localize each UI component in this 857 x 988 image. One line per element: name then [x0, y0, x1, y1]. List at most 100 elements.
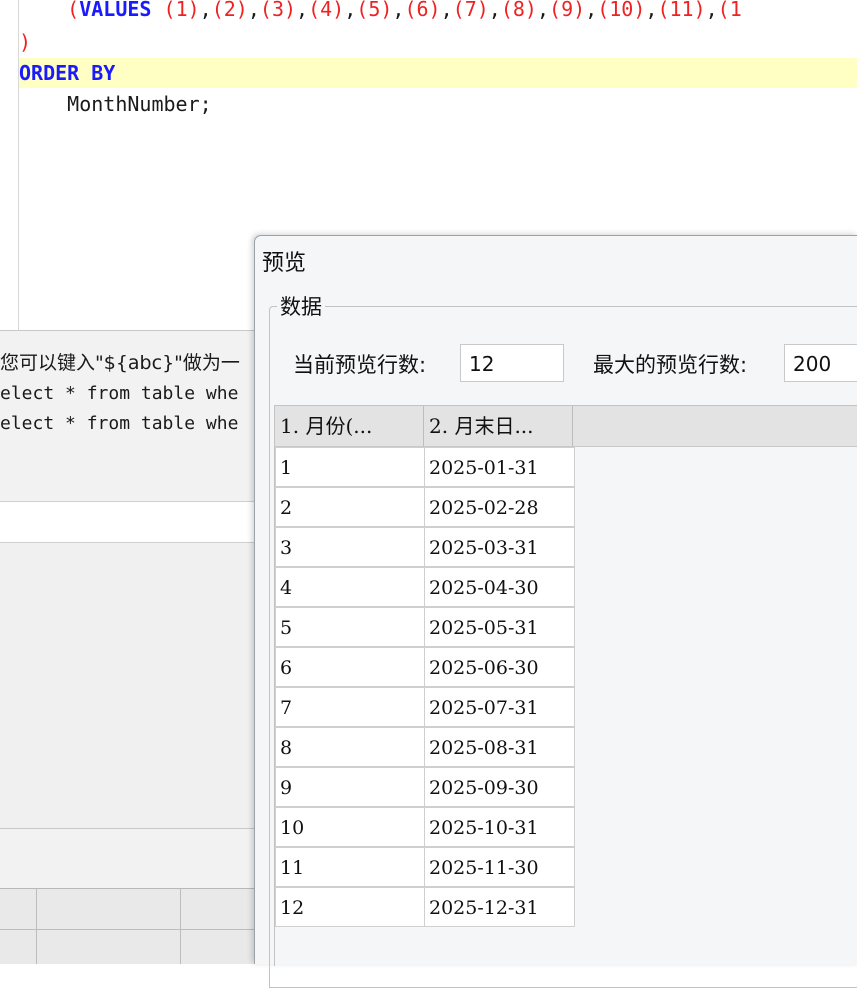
code-keyword-order-by: ORDER BY: [19, 61, 116, 85]
code-number: 6: [416, 0, 429, 21]
cell-month[interactable]: 2: [275, 487, 425, 527]
code-line-values: (VALUES (1),(2),(3),(4),(5),(6),(7),(8),…: [19, 0, 857, 24]
code-paren: (: [657, 0, 670, 21]
column-header-month[interactable]: 1. 月份(...: [275, 406, 424, 446]
code-paren: (: [356, 0, 369, 21]
code-paren: ): [573, 0, 586, 21]
cell-month-end[interactable]: 2025-02-28: [424, 487, 575, 527]
code-comma: ,: [344, 0, 357, 21]
table-row[interactable]: 2 2025-02-28: [275, 487, 575, 527]
cell-month[interactable]: 9: [275, 767, 425, 807]
hint-example-1: elect * from table whe: [0, 383, 239, 404]
cell-month-end[interactable]: 2025-03-31: [424, 527, 575, 567]
cell-month-end[interactable]: 2025-07-31: [424, 687, 575, 727]
editor-gutter: [0, 0, 19, 330]
cell-month-end[interactable]: 2025-08-31: [424, 727, 575, 767]
table-row[interactable]: 3 2025-03-31: [275, 527, 575, 567]
cell-month[interactable]: 7: [275, 687, 425, 727]
code-number: 9: [561, 0, 574, 21]
code-paren: (: [163, 0, 176, 21]
code-comma: ,: [488, 0, 501, 21]
cell-month-end[interactable]: 2025-10-31: [424, 807, 575, 847]
max-rows-label: 最大的预览行数:: [593, 353, 748, 377]
code-comma: ,: [440, 0, 453, 21]
cell-month[interactable]: 3: [275, 527, 425, 567]
cell-month[interactable]: 12: [275, 887, 425, 927]
code-line-order-by: ORDER BY: [19, 58, 857, 88]
table-row[interactable]: 6 2025-06-30: [275, 647, 575, 687]
code-paren: ): [332, 0, 345, 21]
cell-month-end[interactable]: 2025-09-30: [424, 767, 575, 807]
code-value-partial: (1: [717, 0, 742, 21]
hint-text: 您可以键入"${abc}"做为一: [0, 352, 240, 374]
code-comma: ,: [645, 0, 658, 21]
grid-line: [0, 929, 260, 930]
code-comma: ,: [199, 0, 212, 21]
preview-dialog: 预览 数据 当前预览行数: 12 最大的预览行数: 200 1. 月份(... …: [254, 235, 857, 988]
cell-month-end[interactable]: 2025-05-31: [424, 607, 575, 647]
table-header: 1. 月份(... 2. 月末日...: [275, 406, 857, 447]
code-paren: ): [476, 0, 489, 21]
dialog-title: 预览: [262, 251, 307, 276]
code-paren: (: [549, 0, 562, 21]
code-number: 3: [271, 0, 284, 21]
cell-month[interactable]: 5: [275, 607, 425, 647]
table-row[interactable]: 9 2025-09-30: [275, 767, 575, 807]
cell-month[interactable]: 8: [275, 727, 425, 767]
table-row[interactable]: 4 2025-04-30: [275, 567, 575, 607]
grid-line: [180, 889, 181, 964]
cell-month[interactable]: 1: [275, 447, 425, 487]
code-comma: ,: [247, 0, 260, 21]
cell-month[interactable]: 10: [275, 807, 425, 847]
table-row[interactable]: 11 2025-11-30: [275, 847, 575, 887]
code-comma: ,: [585, 0, 598, 21]
cell-month-end[interactable]: 2025-06-30: [424, 647, 575, 687]
code-paren: (: [597, 0, 610, 21]
preview-table[interactable]: 1. 月份(... 2. 月末日... 1 2025-01-31 2 2025-02-…: [274, 405, 857, 966]
code-number: 2: [223, 0, 236, 21]
parameter-input[interactable]: [0, 501, 258, 543]
code-close-paren: ): [19, 30, 32, 54]
table-row[interactable]: 5 2025-05-31: [275, 607, 575, 647]
column-header-month-end[interactable]: 2. 月末日...: [424, 406, 573, 446]
cell-month[interactable]: 4: [275, 567, 425, 607]
max-rows-input[interactable]: 200: [784, 344, 857, 382]
cell-month-end[interactable]: 2025-11-30: [424, 847, 575, 887]
code-paren: (: [211, 0, 224, 21]
table-row[interactable]: 7 2025-07-31: [275, 687, 575, 727]
cell-month-end[interactable]: 2025-12-31: [424, 887, 575, 927]
code-paren: (: [404, 0, 417, 21]
code-comma: ,: [705, 0, 718, 21]
code-paren: ): [380, 0, 393, 21]
code-number: 10: [609, 0, 634, 21]
data-group-label: 数据: [277, 291, 325, 321]
code-number: 4: [320, 0, 333, 21]
code-number: 5: [368, 0, 381, 21]
code-comma: ,: [392, 0, 405, 21]
code-indent: (: [19, 0, 80, 21]
code-number: 1: [175, 0, 188, 21]
cell-month[interactable]: 11: [275, 847, 425, 887]
cell-month-end[interactable]: 2025-01-31: [424, 447, 575, 487]
code-paren: ): [693, 0, 706, 21]
table-row[interactable]: 8 2025-08-31: [275, 727, 575, 767]
code-paren: ): [283, 0, 297, 21]
current-rows-input[interactable]: 12: [460, 344, 564, 382]
table-row[interactable]: 12 2025-12-31: [275, 887, 575, 927]
code-monthnumber: MonthNumber;: [19, 92, 212, 116]
code-keyword-values: VALUES: [79, 0, 152, 21]
code-paren: ): [428, 0, 441, 21]
table-row[interactable]: 10 2025-10-31: [275, 807, 575, 847]
code-number: 11: [669, 0, 694, 21]
parameter-area[interactable]: [0, 543, 258, 829]
code-paren: ): [633, 0, 646, 21]
grid-line: [36, 889, 37, 964]
code-comma: ,: [296, 0, 309, 21]
cell-month-end[interactable]: 2025-04-30: [424, 567, 575, 607]
code-number: 7: [464, 0, 477, 21]
table-row[interactable]: 1 2025-01-31: [275, 447, 575, 487]
code-paren: (: [259, 0, 272, 21]
cell-month[interactable]: 6: [275, 647, 425, 687]
code-paren: ): [524, 0, 537, 21]
